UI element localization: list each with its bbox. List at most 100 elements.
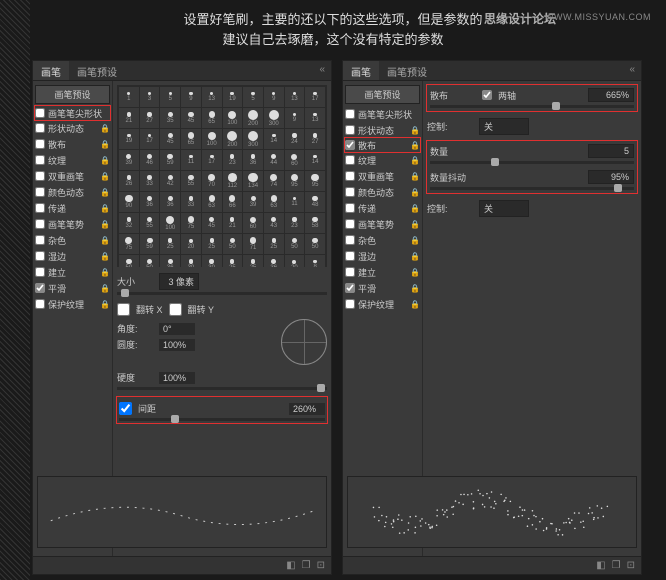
brush-thumb[interactable]: 36 xyxy=(264,255,284,267)
brush-thumb[interactable]: 50 xyxy=(285,234,305,254)
brush-thumb[interactable]: 300 xyxy=(264,108,284,128)
brush-thumb[interactable]: 90 xyxy=(119,192,139,212)
brush-thumb[interactable]: 74 xyxy=(264,171,284,191)
brush-thumb[interactable]: 63 xyxy=(202,192,222,212)
brush-thumb[interactable]: 33 xyxy=(181,192,201,212)
panel-menu-icon[interactable]: « xyxy=(313,61,331,80)
brush-thumb[interactable]: 20 xyxy=(285,255,305,267)
both-axes-checkbox[interactable] xyxy=(482,90,492,100)
sidebar-item[interactable]: 传递🔒 xyxy=(345,200,420,216)
hardness-slider[interactable] xyxy=(117,387,327,390)
sidebar-item[interactable]: 平滑🔒 xyxy=(35,280,110,296)
sidebar-item[interactable]: 画笔笔尖形状 xyxy=(345,106,420,122)
footer-icon1[interactable]: ◧ xyxy=(286,560,295,571)
brush-thumb[interactable]: 19 xyxy=(223,87,243,107)
brush-thumb[interactable]: 20 xyxy=(181,234,201,254)
brush-thumb[interactable]: 55 xyxy=(181,171,201,191)
sidebar-checkbox[interactable] xyxy=(35,219,45,229)
brush-thumb[interactable]: 27 xyxy=(305,129,325,149)
brush-thumb[interactable]: 39 xyxy=(243,192,263,212)
sidebar-item[interactable]: 保护纹理🔒 xyxy=(345,296,420,312)
brush-thumb[interactable]: 50 xyxy=(223,234,243,254)
brush-thumb[interactable]: 43 xyxy=(264,213,284,233)
size-value[interactable]: 3 像素 xyxy=(159,273,199,290)
brush-thumb[interactable]: 36 xyxy=(160,255,180,267)
angle-picker[interactable] xyxy=(281,319,327,365)
brush-thumb[interactable]: 25 xyxy=(202,234,222,254)
brush-thumb[interactable]: 30 xyxy=(181,255,201,267)
brush-thumb[interactable]: 36 xyxy=(140,192,160,212)
sidebar-checkbox[interactable] xyxy=(345,235,355,245)
tab-preset-r[interactable]: 画笔预设 xyxy=(379,61,435,80)
scatter-slider[interactable] xyxy=(430,105,634,108)
brush-thumb[interactable]: 300 xyxy=(243,129,263,149)
brush-thumb[interactable]: 17 xyxy=(305,87,325,107)
brush-thumb[interactable]: 71 xyxy=(243,234,263,254)
count-value[interactable]: 5 xyxy=(588,144,634,158)
count-jitter-value[interactable]: 95% xyxy=(588,170,634,184)
brush-thumb[interactable]: 95 xyxy=(285,171,305,191)
control-select[interactable]: 关 xyxy=(479,118,529,135)
sidebar-item[interactable]: 散布🔒 xyxy=(35,136,110,152)
sidebar-item[interactable]: 画笔笔势🔒 xyxy=(345,216,420,232)
sidebar-item[interactable]: 纹理🔒 xyxy=(35,152,110,168)
count-jitter-slider[interactable] xyxy=(430,187,634,190)
brush-thumb[interactable]: 13 xyxy=(202,87,222,107)
sidebar-checkbox[interactable] xyxy=(35,171,45,181)
flipy-checkbox[interactable] xyxy=(169,303,182,316)
brush-thumb[interactable]: 45 xyxy=(160,129,180,149)
sidebar-checkbox[interactable] xyxy=(345,109,355,119)
brush-thumb[interactable]: 46 xyxy=(140,150,160,170)
brush-thumb[interactable]: 35 xyxy=(160,108,180,128)
brush-thumb[interactable]: 134 xyxy=(243,171,263,191)
brush-thumb[interactable]: 30 xyxy=(202,255,222,267)
spacing-value[interactable]: 260% xyxy=(289,403,325,415)
count-slider[interactable] xyxy=(430,161,634,164)
sidebar-item[interactable]: 纹理🔒 xyxy=(345,152,420,168)
brush-thumb[interactable]: 65 xyxy=(181,129,201,149)
sidebar-checkbox[interactable] xyxy=(35,283,45,293)
brush-thumb[interactable]: 39 xyxy=(119,150,139,170)
brush-thumb[interactable]: 33 xyxy=(140,171,160,191)
brush-thumb[interactable]: 100 xyxy=(223,108,243,128)
sidebar-checkbox[interactable] xyxy=(345,219,355,229)
brush-thumb[interactable]: 48 xyxy=(305,192,325,212)
scatter-value[interactable]: 665% xyxy=(588,88,634,102)
brush-thumb[interactable]: 25 xyxy=(160,234,180,254)
tab-brush[interactable]: 画笔 xyxy=(33,61,69,80)
sidebar-checkbox[interactable] xyxy=(345,283,355,293)
sidebar-checkbox[interactable] xyxy=(35,123,45,133)
sidebar-checkbox[interactable] xyxy=(35,235,45,245)
brush-thumb[interactable]: 26 xyxy=(119,171,139,191)
sidebar-checkbox[interactable] xyxy=(345,187,355,197)
brush-thumb[interactable]: 75 xyxy=(181,213,201,233)
size-slider[interactable] xyxy=(117,292,327,295)
brush-thumb[interactable]: 14 xyxy=(264,129,284,149)
brush-thumb[interactable]: 24 xyxy=(285,129,305,149)
sidebar-item[interactable]: 画笔笔势🔒 xyxy=(35,216,110,232)
brush-thumb[interactable]: 50 xyxy=(305,234,325,254)
preset-button-r[interactable]: 画笔预设 xyxy=(345,85,420,104)
brush-thumb[interactable]: 65 xyxy=(202,108,222,128)
sidebar-item[interactable]: 散布🔒 xyxy=(344,137,421,153)
sidebar-item[interactable]: 双重画笔🔒 xyxy=(35,168,110,184)
sidebar-item[interactable]: 画笔笔尖形状 xyxy=(34,105,111,121)
footer-icon3-r[interactable]: ⊡ xyxy=(627,560,635,571)
brush-thumb[interactable]: 70 xyxy=(202,171,222,191)
sidebar-item[interactable]: 杂色🔒 xyxy=(35,232,110,248)
brush-thumb[interactable]: 58 xyxy=(305,213,325,233)
sidebar-checkbox[interactable] xyxy=(35,155,45,165)
brush-thumb[interactable]: 17 xyxy=(202,150,222,170)
brush-thumb[interactable]: 50 xyxy=(140,255,160,267)
sidebar-checkbox[interactable] xyxy=(35,267,45,277)
sidebar-checkbox[interactable] xyxy=(35,187,45,197)
footer-icon2-r[interactable]: ❐ xyxy=(612,560,621,571)
brush-thumb[interactable]: 13 xyxy=(285,87,305,107)
brush-thumb[interactable]: 17 xyxy=(140,129,160,149)
brush-thumb[interactable]: 36 xyxy=(160,192,180,212)
brush-thumb[interactable]: 23 xyxy=(285,213,305,233)
sidebar-item[interactable]: 杂色🔒 xyxy=(345,232,420,248)
brush-thumb[interactable]: 11 xyxy=(285,192,305,212)
brush-thumb[interactable]: 21 xyxy=(223,213,243,233)
brush-thumb[interactable]: 11 xyxy=(181,150,201,170)
